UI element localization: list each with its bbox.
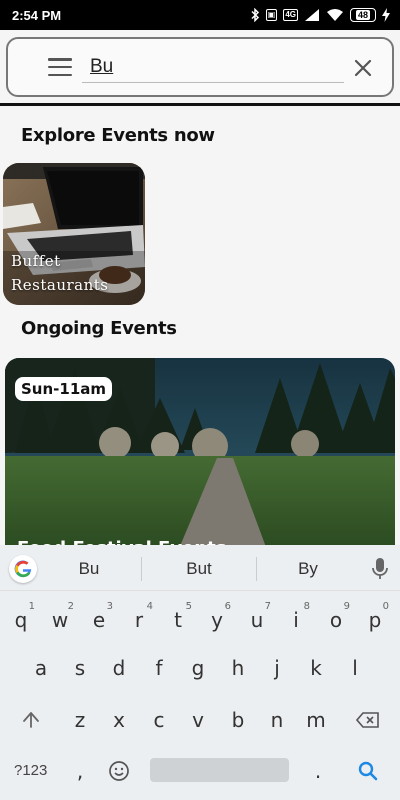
- category-card-buffet[interactable]: Buffet Restaurants: [3, 163, 145, 305]
- signal-icon: [305, 9, 319, 21]
- key-b[interactable]: b: [220, 697, 256, 743]
- key-y[interactable]: y6: [199, 597, 235, 643]
- key-q[interactable]: q1: [3, 597, 39, 643]
- key-p[interactable]: p0: [357, 597, 393, 643]
- suggestion-1[interactable]: Bu: [49, 559, 129, 579]
- key-n[interactable]: n: [259, 697, 295, 743]
- key-l[interactable]: l: [337, 645, 373, 691]
- charging-icon: [382, 8, 390, 22]
- key-x[interactable]: x: [101, 697, 137, 743]
- key-h[interactable]: h: [220, 645, 256, 691]
- network-type-badge: 4G: [283, 9, 298, 21]
- key-t[interactable]: t5: [160, 597, 196, 643]
- status-time: 2:54 PM: [12, 7, 62, 23]
- search-key[interactable]: [350, 748, 386, 794]
- wifi-icon: [327, 9, 343, 21]
- battery-level: 48: [355, 10, 370, 20]
- space-key[interactable]: [150, 758, 289, 782]
- hamburger-menu-icon[interactable]: [48, 58, 72, 76]
- key-i[interactable]: i8: [278, 597, 314, 643]
- key-f[interactable]: f: [141, 645, 177, 691]
- category-label-line2: Restaurants: [11, 276, 109, 294]
- battery-icon: 48: [350, 8, 376, 22]
- backspace-key[interactable]: [349, 697, 387, 743]
- suggestion-divider: [141, 557, 142, 581]
- key-v[interactable]: v: [180, 697, 216, 743]
- key-r[interactable]: r4: [121, 597, 157, 643]
- key-o[interactable]: o9: [318, 597, 354, 643]
- key-a[interactable]: a: [23, 645, 59, 691]
- category-label: Buffet Restaurants: [11, 249, 109, 297]
- bluetooth-icon: [251, 8, 259, 22]
- key-w[interactable]: w2: [42, 597, 78, 643]
- key-c[interactable]: c: [141, 697, 177, 743]
- search-header: [0, 30, 400, 106]
- category-label-line1: Buffet: [11, 252, 61, 270]
- comma-key[interactable]: ,: [62, 748, 98, 794]
- search-icon: [358, 761, 378, 781]
- key-j[interactable]: j: [259, 645, 295, 691]
- period-key[interactable]: .: [300, 748, 336, 794]
- close-icon[interactable]: [352, 57, 374, 79]
- ongoing-section-title: Ongoing Events: [21, 318, 177, 339]
- event-card[interactable]: Sun-11am Food Festival Events: [5, 358, 395, 558]
- suggestion-2[interactable]: But: [159, 559, 239, 579]
- symbols-key[interactable]: ?123: [14, 762, 47, 779]
- microphone-icon[interactable]: [370, 557, 390, 581]
- google-logo-icon[interactable]: [9, 555, 37, 583]
- suggestion-3[interactable]: By: [268, 559, 348, 579]
- key-z[interactable]: z: [62, 697, 98, 743]
- search-box: [6, 37, 394, 97]
- suggestion-strip: Bu But By: [0, 545, 400, 591]
- key-g[interactable]: g: [180, 645, 216, 691]
- key-m[interactable]: m: [298, 697, 334, 743]
- suggestion-divider: [256, 557, 257, 581]
- shift-arrow-icon: [23, 712, 39, 728]
- key-u[interactable]: u7: [239, 597, 275, 643]
- key-d[interactable]: d: [101, 645, 137, 691]
- search-input[interactable]: [82, 51, 344, 83]
- vibrate-icon: ▣: [265, 9, 278, 21]
- emoji-icon: [109, 761, 129, 781]
- key-k[interactable]: k: [298, 645, 334, 691]
- key-e[interactable]: e3: [81, 597, 117, 643]
- event-time-badge: Sun-11am: [15, 377, 113, 401]
- shift-key[interactable]: [13, 697, 49, 743]
- key-s[interactable]: s: [62, 645, 98, 691]
- backspace-icon: [356, 712, 379, 728]
- explore-section-title: Explore Events now: [21, 125, 215, 146]
- status-bar: 2:54 PM ▣ 4G 48: [0, 0, 400, 30]
- keyboard: Bu But By q1 w2 e3 r4 t5 y6 u7 i8 o9 p0 …: [0, 545, 400, 800]
- emoji-key[interactable]: [101, 748, 137, 794]
- status-icons: ▣ 4G 48: [250, 8, 390, 22]
